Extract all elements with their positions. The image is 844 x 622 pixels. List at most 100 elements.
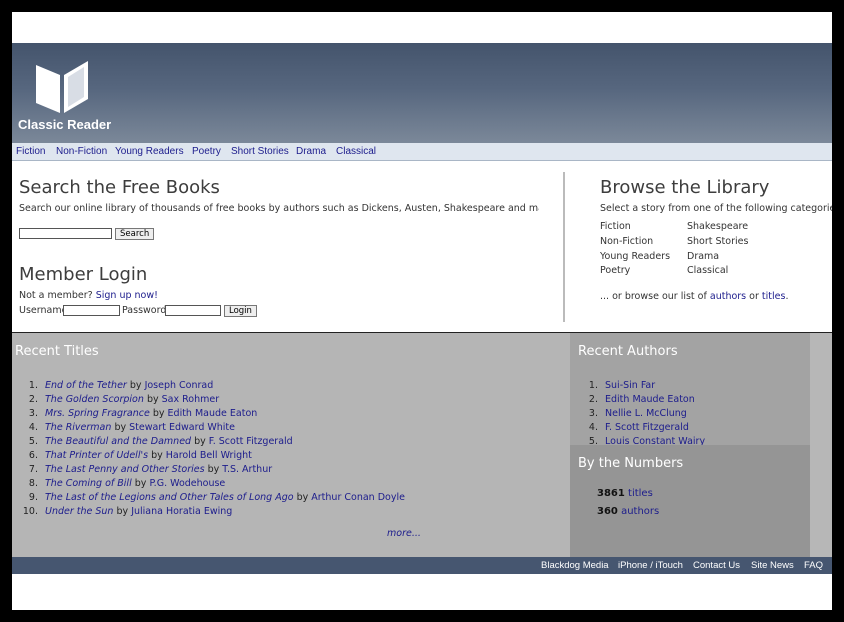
category-nav: Fiction Non-Fiction Young Readers Poetry… bbox=[12, 143, 832, 161]
signup-prompt: Not a member? Sign up now! bbox=[19, 290, 158, 301]
login-heading: Member Login bbox=[19, 264, 148, 285]
by-text: by bbox=[151, 450, 163, 461]
list-number: 3. bbox=[28, 408, 38, 419]
nav-drama[interactable]: Drama bbox=[296, 146, 326, 157]
book-author-link[interactable]: Stewart Edward White bbox=[129, 422, 235, 433]
browse-poetry[interactable]: Poetry bbox=[600, 265, 630, 276]
password-field[interactable] bbox=[165, 305, 221, 316]
nav-poetry[interactable]: Poetry bbox=[192, 146, 221, 157]
by-text: by bbox=[296, 492, 309, 503]
nav-classical[interactable]: Classical bbox=[336, 146, 376, 157]
list-number: 1. bbox=[588, 380, 598, 391]
site-header: Classic Reader bbox=[12, 43, 832, 143]
browse-or-word: or bbox=[749, 291, 759, 302]
browse-list-line: ... or browse our list of authors or tit… bbox=[600, 291, 788, 302]
browse-period: . bbox=[785, 291, 789, 302]
nav-young-readers[interactable]: Young Readers bbox=[115, 146, 184, 157]
titles-count: 3861 bbox=[597, 488, 625, 499]
browse-drama[interactable]: Drama bbox=[687, 251, 719, 262]
authors-count-link[interactable]: authors bbox=[621, 506, 659, 517]
book-title-link[interactable]: That Printer of Udell's bbox=[45, 450, 148, 461]
book-title-link[interactable]: The Last of the Legions and Other Tales … bbox=[45, 492, 294, 503]
site-logo-text[interactable]: Classic Reader bbox=[18, 117, 111, 132]
browse-shakespeare[interactable]: Shakespeare bbox=[687, 221, 748, 232]
list-item: 1. End of the Tether by Joseph Conrad bbox=[18, 380, 405, 394]
book-author-link[interactable]: Juliana Horatia Ewing bbox=[131, 506, 232, 517]
author-link[interactable]: Nellie L. McClung bbox=[605, 408, 687, 419]
book-title-link[interactable]: Under the Sun bbox=[45, 506, 113, 517]
site-footer: Blackdog Media iPhone / iTouch Contact U… bbox=[12, 557, 832, 574]
search-button[interactable]: Search bbox=[115, 228, 155, 240]
browse-or-text: ... or browse our list of bbox=[600, 291, 707, 302]
footer-site-news[interactable]: Site News bbox=[751, 560, 794, 571]
book-author-link[interactable]: Arthur Conan Doyle bbox=[311, 492, 405, 503]
list-item: 1. Sui-Sin Far bbox=[578, 380, 705, 394]
browse-young-readers[interactable]: Young Readers bbox=[600, 251, 670, 262]
footer-faq[interactable]: FAQ bbox=[804, 560, 823, 571]
browse-titles-link[interactable]: titles bbox=[762, 291, 786, 302]
page: Classic Reader Fiction Non-Fiction Young… bbox=[12, 12, 832, 610]
by-text: by bbox=[152, 408, 165, 419]
book-title-link[interactable]: The Last Penny and Other Stories bbox=[45, 464, 205, 475]
by-text: by bbox=[129, 380, 142, 391]
book-title-link[interactable]: The Coming of Bill bbox=[45, 478, 132, 489]
by-text: by bbox=[146, 394, 159, 405]
nav-fiction[interactable]: Fiction bbox=[16, 146, 45, 157]
open-book-icon[interactable] bbox=[32, 55, 94, 117]
list-item: 8. The Coming of Bill by P.G. Wodehouse bbox=[18, 478, 405, 492]
list-number: 2. bbox=[28, 394, 38, 405]
author-link[interactable]: F. Scott Fitzgerald bbox=[605, 422, 689, 433]
list-item: 5. The Beautiful and the Damned by F. Sco… bbox=[18, 436, 405, 450]
browse-fiction[interactable]: Fiction bbox=[600, 221, 631, 232]
login-button[interactable]: Login bbox=[224, 305, 257, 317]
more-titles-link[interactable]: more... bbox=[387, 528, 421, 539]
book-author-link[interactable]: Edith Maude Eaton bbox=[168, 408, 258, 419]
footer-blackdog-media[interactable]: Blackdog Media bbox=[541, 560, 609, 571]
list-number: 5. bbox=[28, 436, 38, 447]
right-margin-strip bbox=[810, 333, 832, 557]
list-item: 7. The Last Penny and Other Stories by T.… bbox=[18, 464, 405, 478]
list-item: 10. Under the Sun by Juliana Horatia Ewin… bbox=[18, 506, 405, 520]
by-text: by bbox=[194, 436, 206, 447]
book-author-link[interactable]: F. Scott Fitzgerald bbox=[209, 436, 293, 447]
list-number: 4. bbox=[28, 422, 38, 433]
recent-titles-heading: Recent Titles bbox=[15, 344, 99, 359]
footer-contact-us[interactable]: Contact Us bbox=[693, 560, 740, 571]
authors-count-row: 360 authors bbox=[597, 506, 659, 517]
book-author-link[interactable]: P.G. Wodehouse bbox=[149, 478, 225, 489]
footer-iphone-itouch[interactable]: iPhone / iTouch bbox=[618, 560, 683, 571]
book-title-link[interactable]: End of the Tether bbox=[45, 380, 127, 391]
search-description: Search our online library of thousands o… bbox=[19, 203, 539, 214]
book-author-link[interactable]: Sax Rohmer bbox=[162, 394, 220, 405]
nav-short-stories[interactable]: Short Stories bbox=[231, 146, 289, 157]
browse-classical[interactable]: Classical bbox=[687, 265, 728, 276]
list-item: 2. The Golden Scorpion by Sax Rohmer bbox=[18, 394, 405, 408]
browse-authors-link[interactable]: authors bbox=[710, 291, 746, 302]
signup-link[interactable]: Sign up now! bbox=[96, 290, 158, 301]
browse-short-stories[interactable]: Short Stories bbox=[687, 236, 748, 247]
username-field[interactable] bbox=[63, 305, 120, 316]
list-item: 2. Edith Maude Eaton bbox=[578, 394, 705, 408]
book-title-link[interactable]: The Golden Scorpion bbox=[45, 394, 144, 405]
list-number: 4. bbox=[588, 422, 598, 433]
titles-count-row: 3861 titles bbox=[597, 488, 653, 499]
book-title-link[interactable]: Mrs. Spring Fragrance bbox=[45, 408, 150, 419]
book-author-link[interactable]: T.S. Arthur bbox=[222, 464, 272, 475]
author-link[interactable]: Edith Maude Eaton bbox=[605, 394, 695, 405]
list-number: 9. bbox=[28, 492, 38, 503]
browse-description: Select a story from one of the following… bbox=[600, 203, 832, 214]
search-input[interactable] bbox=[19, 228, 112, 239]
titles-count-link[interactable]: titles bbox=[628, 488, 653, 499]
book-title-link[interactable]: The Riverman bbox=[45, 422, 111, 433]
column-divider bbox=[563, 172, 565, 322]
book-author-link[interactable]: Joseph Conrad bbox=[145, 380, 214, 391]
by-numbers-heading: By the Numbers bbox=[578, 456, 684, 471]
by-numbers-panel: By the Numbers 3861 titles 360 authors bbox=[570, 445, 810, 557]
browse-non-fiction[interactable]: Non-Fiction bbox=[600, 236, 653, 247]
nav-non-fiction[interactable]: Non-Fiction bbox=[56, 146, 107, 157]
author-link[interactable]: Sui-Sin Far bbox=[605, 380, 655, 391]
list-number: 10. bbox=[22, 506, 38, 517]
book-author-link[interactable]: Harold Bell Wright bbox=[166, 450, 252, 461]
list-item: 9. The Last of the Legions and Other Tale… bbox=[18, 492, 405, 506]
book-title-link[interactable]: The Beautiful and the Damned bbox=[45, 436, 191, 447]
